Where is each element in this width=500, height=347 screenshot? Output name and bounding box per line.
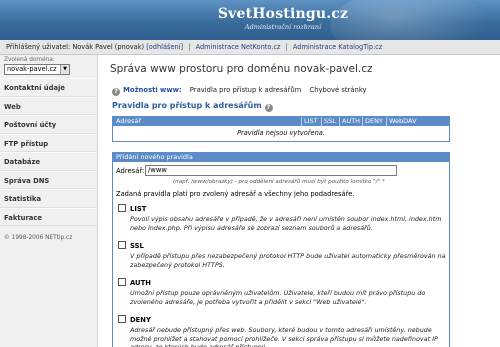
option-title: LIST (130, 205, 147, 213)
header-banner: SvetHostingu.cz Administrační rozhraní (0, 0, 500, 40)
option-description: Umožní přístup pouze oprávněným uživatel… (130, 289, 426, 306)
user-bar: Přihlášený uživatel: Novák Pavel (pnovak… (0, 40, 500, 55)
admin-netkonto-link[interactable]: Administrace NetKonto.cz (196, 43, 281, 51)
section-title: Pravidla pro přístup k adresářům ? (112, 101, 273, 112)
option-description: Adresář nebude přístupný přes web. Soubo… (130, 326, 438, 347)
column-header-directory: Adresář (116, 117, 142, 125)
tab-access-rules[interactable]: Pravidla pro přístup k adresářům (190, 86, 301, 94)
auth-checkbox[interactable] (118, 278, 126, 286)
column-header-ssl: SSL (321, 117, 336, 126)
sidebar-item-mail-accounts[interactable]: Poštovní účty (0, 115, 97, 134)
www-options-nav: ? Možnosti www: Pravidla pro přístup k a… (112, 86, 367, 96)
sidebar-item-web[interactable]: Web (0, 96, 97, 115)
logo-subtitle: Administrační rozhraní (244, 23, 322, 31)
sidebar-item-billing[interactable]: Fakturace (0, 207, 97, 226)
logout-link[interactable]: [odhlášení] (146, 43, 183, 51)
logged-user-prefix: Přihlášený uživatel: (6, 43, 71, 51)
option-description: Povolí výpis obsahu adresáře v případě, … (130, 215, 442, 232)
column-header-list: LIST (301, 117, 318, 126)
section-title-text: Pravidla pro přístup k adresářům (112, 101, 262, 110)
option-title: AUTH (130, 279, 151, 287)
logo[interactable]: SvetHostingu.cz Administrační rozhraní (208, 6, 358, 31)
rules-table: Adresář LIST SSL AUTH DENY WebDAV Pravid… (112, 116, 450, 142)
column-header-auth: AUTH (339, 117, 360, 126)
column-header-webdav: WebDAV (386, 117, 417, 126)
page-title: Správa www prostoru pro doménu novak-pav… (110, 63, 373, 75)
help-icon[interactable]: ? (112, 88, 120, 96)
table-empty-message: Pravidla nejsou vytvořena. (237, 129, 325, 137)
address-input[interactable]: /www (145, 165, 397, 176)
separator: | (188, 43, 191, 51)
option-title: SSL (130, 242, 144, 250)
list-checkbox[interactable] (118, 204, 126, 212)
deny-checkbox[interactable] (118, 315, 126, 323)
ssl-checkbox[interactable] (118, 241, 126, 249)
tab-error-pages[interactable]: Chybové stránky (309, 86, 366, 94)
help-icon[interactable]: ? (264, 104, 273, 112)
logged-user-name: Novák Pavel (pnovak) (72, 43, 145, 51)
address-hint: (např. /www/obrazky) - pro oddělení adre… (173, 179, 385, 185)
www-options-label: Možnosti www: (123, 86, 182, 94)
main-content: Správa www prostoru pro doménu novak-pav… (110, 55, 500, 347)
sidebar-item-databases[interactable]: Databáze (0, 152, 97, 171)
sidebar-item-contact[interactable]: Kontaktní údaje (0, 78, 97, 97)
rules-note: Zadaná pravidla platí pro zvolený adresá… (116, 190, 355, 198)
chevron-down-icon[interactable]: ▼ (60, 65, 69, 74)
address-label: Adresář: (116, 167, 145, 175)
option-description: V případě přístupu přes nezabezpečený pr… (130, 252, 446, 269)
column-header-deny: DENY (362, 117, 383, 126)
sidebar: Zvolená doména: novak-pavel.cz ▼ Kontakt… (0, 55, 98, 347)
copyright: © 1998-2006 NETtip.cz (4, 235, 73, 241)
admin-katalogtip-link[interactable]: Administrace KatalogTip.cz (293, 43, 382, 51)
table-header: Adresář LIST SSL AUTH DENY WebDAV (113, 117, 449, 126)
form-title: Přidání nového pravidla (113, 153, 449, 162)
add-rule-form: Přidání nového pravidla Adresář: /www (n… (112, 152, 450, 347)
domain-select-value: novak-pavel.cz (7, 65, 57, 73)
sidebar-item-statistics[interactable]: Statistika (0, 189, 97, 208)
domain-select[interactable]: novak-pavel.cz ▼ (4, 64, 70, 75)
option-title: DENY (130, 316, 151, 324)
separator: | (285, 43, 288, 51)
sidebar-item-dns[interactable]: Správa DNS (0, 170, 97, 189)
sidebar-item-ftp[interactable]: FTP přístup (0, 133, 97, 152)
sidebar-nav: Kontaktní údaje Web Poštovní účty FTP př… (0, 78, 97, 226)
domain-select-label: Zvolená doména: (4, 57, 55, 63)
logo-title: SvetHostingu.cz (217, 6, 349, 22)
